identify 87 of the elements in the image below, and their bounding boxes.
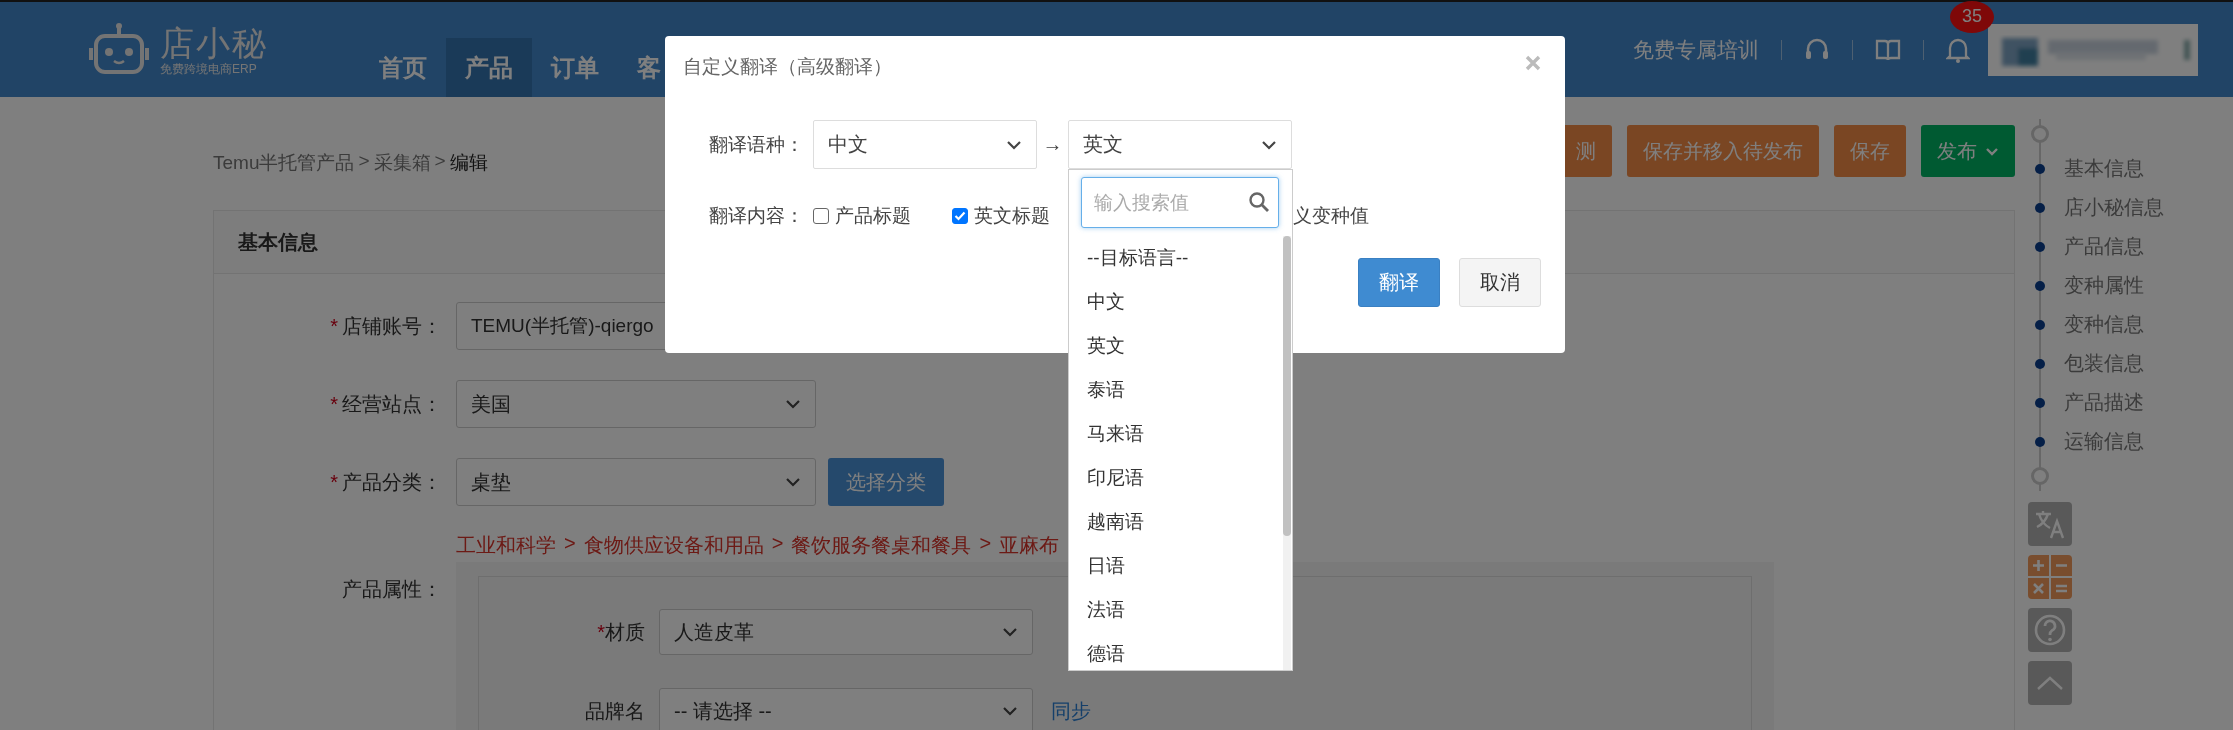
dropdown-option[interactable]: 德语 bbox=[1069, 632, 1283, 670]
section-link[interactable]: 产品描述 bbox=[2064, 389, 2144, 416]
timeline-end-icon bbox=[2031, 467, 2049, 485]
path-separator: > bbox=[771, 532, 784, 556]
close-icon[interactable] bbox=[1525, 55, 1541, 71]
breadcrumb-separator: > bbox=[434, 150, 446, 173]
timeline-dot-icon bbox=[2035, 319, 2045, 330]
search-field[interactable]: 输入搜索值 bbox=[1081, 177, 1279, 228]
dropdown-option[interactable]: 英文 bbox=[1069, 324, 1283, 368]
select-field[interactable]: -- 请选择 -- bbox=[659, 688, 1033, 730]
nav-tab[interactable]: 产品 bbox=[446, 38, 532, 97]
bell-icon[interactable] bbox=[1946, 36, 1970, 63]
timeline-dot-icon bbox=[2035, 358, 2045, 369]
chevron-down-icon bbox=[1002, 627, 1018, 637]
dropdown-option[interactable]: 越南语 bbox=[1069, 500, 1283, 544]
chevron-down-icon bbox=[1985, 146, 1999, 156]
action-button[interactable]: 保存并移入待发布 bbox=[1627, 125, 1819, 177]
category-path-item: 工业和科学 bbox=[456, 533, 556, 558]
section-link[interactable]: 运输信息 bbox=[2064, 428, 2144, 455]
category-path-item: 食物供应设备和用品 bbox=[583, 533, 764, 558]
sync-link[interactable]: 同步 bbox=[1051, 697, 1091, 725]
breadcrumb-item: 编辑 bbox=[449, 151, 488, 175]
scrollbar-thumb[interactable] bbox=[1283, 236, 1291, 536]
breadcrumb-separator: > bbox=[358, 150, 370, 173]
chevron-down-icon bbox=[785, 399, 801, 409]
select-field[interactable]: 桌垫 bbox=[456, 458, 816, 506]
checkbox[interactable] bbox=[813, 208, 829, 224]
nav-tab[interactable]: 首页 bbox=[360, 38, 446, 97]
timeline-dot-icon bbox=[2035, 436, 2045, 447]
timeline-dot-icon bbox=[2035, 241, 2045, 252]
section-link[interactable]: 基本信息 bbox=[2064, 155, 2144, 182]
arrow-text: → bbox=[1041, 133, 1064, 156]
checkbox[interactable] bbox=[952, 208, 968, 224]
logo-subtitle: 免费跨境电商ERP bbox=[160, 61, 258, 76]
dropdown-option[interactable]: 泰语 bbox=[1069, 368, 1283, 412]
category-path-item: 餐饮服务餐桌和餐具 bbox=[791, 533, 972, 558]
field-label: * 店铺账号： bbox=[329, 313, 443, 339]
dropdown-option[interactable]: 日语 bbox=[1069, 544, 1283, 588]
section-link[interactable]: 产品信息 bbox=[2064, 233, 2144, 260]
notification-badge: 35 bbox=[1950, 0, 1994, 33]
select-field[interactable]: 人造皮革 bbox=[659, 609, 1033, 655]
timeline-dot-icon bbox=[2035, 202, 2045, 213]
dialog-title: 自定义翻译（高级翻译） bbox=[683, 55, 892, 79]
search-icon[interactable] bbox=[1248, 191, 1270, 213]
source-language-select[interactable]: 中文 bbox=[813, 120, 1037, 169]
chevron-down-icon bbox=[1006, 139, 1022, 150]
field-label: * 产品分类： bbox=[329, 469, 443, 495]
chevron-down-icon bbox=[785, 477, 801, 487]
timeline-dot-icon bbox=[2035, 163, 2045, 174]
timeline-dot-icon bbox=[2035, 280, 2045, 291]
timeline-start-icon bbox=[2031, 125, 2049, 143]
cancel-button[interactable]: 取消 bbox=[1459, 258, 1541, 307]
path-separator: > bbox=[564, 532, 576, 556]
timeline-dot-icon bbox=[2035, 397, 2045, 408]
section-link[interactable]: 变种信息 bbox=[2064, 311, 2144, 338]
attribute-label: 品牌名 bbox=[584, 698, 646, 724]
section-link[interactable]: 包装信息 bbox=[2064, 350, 2144, 377]
chevron-down-icon bbox=[1261, 139, 1277, 150]
section-link[interactable]: 店小秘信息 bbox=[2064, 194, 2164, 221]
dropdown-option[interactable]: 法语 bbox=[1069, 588, 1283, 632]
field-label: * 经营站点： bbox=[329, 391, 443, 417]
language-label: 翻译语种： bbox=[709, 132, 805, 157]
breadcrumb-item[interactable]: Temu半托管产品 bbox=[213, 150, 355, 177]
help-icon[interactable] bbox=[2028, 608, 2072, 652]
back-to-top-icon[interactable] bbox=[2028, 661, 2072, 705]
section-link[interactable]: 变种属性 bbox=[2064, 272, 2144, 299]
field-label: 产品属性： bbox=[341, 577, 443, 602]
attribute-label: *材质 bbox=[596, 619, 646, 645]
translate-button[interactable]: 翻译 bbox=[1358, 258, 1440, 307]
calculator-icon[interactable] bbox=[2028, 555, 2072, 599]
select-field[interactable]: 美国 bbox=[456, 380, 816, 428]
chevron-down-icon bbox=[1002, 706, 1018, 716]
book-icon[interactable] bbox=[1875, 37, 1901, 62]
logo-title: 店小秘 bbox=[160, 23, 268, 62]
action-button[interactable]: 保存 bbox=[1834, 125, 1906, 177]
dropdown-option[interactable]: 马来语 bbox=[1069, 412, 1283, 456]
choose-category-button[interactable]: 选择分类 bbox=[828, 458, 944, 506]
publish-dropdown-button[interactable]: 发布 bbox=[1921, 125, 2015, 177]
path-separator: > bbox=[979, 532, 992, 556]
translate-icon[interactable] bbox=[2028, 502, 2072, 546]
breadcrumb-item[interactable]: 采集箱 bbox=[373, 150, 431, 177]
dropdown-option[interactable]: 中文 bbox=[1069, 280, 1283, 324]
category-path-item: 亚麻布 bbox=[999, 533, 1060, 558]
target-language-select[interactable]: 英文 bbox=[1068, 120, 1292, 169]
nav-tab[interactable]: 订单 bbox=[532, 38, 618, 97]
training-link[interactable]: 免费专属培训 bbox=[1633, 35, 1759, 64]
dropdown-option[interactable]: 印尼语 bbox=[1069, 456, 1283, 500]
